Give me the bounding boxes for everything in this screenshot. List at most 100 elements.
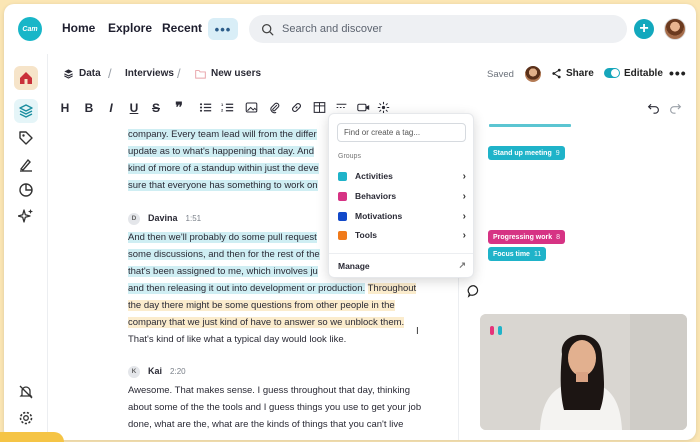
layers-icon[interactable] [14,99,38,123]
tag-icon[interactable] [14,126,38,150]
group-color-swatch [338,171,347,181]
transcript-line: the day there might be some questions fr… [128,300,395,311]
numbered-list-icon[interactable]: 12 [219,101,235,117]
transcript-line: done, what are the, what are the kinds o… [128,419,404,430]
speaker-name: Davina [148,213,178,223]
editable-toggle[interactable] [604,68,620,78]
logo-bar [498,326,502,335]
pie-chart-icon[interactable] [14,178,38,202]
speaker-timestamp[interactable]: 2:20 [170,363,186,380]
chevron-right-icon: › [462,190,466,202]
image-icon[interactable] [243,101,259,117]
transcript-line: And then we'll probably do some pull req… [128,232,317,243]
italic-button[interactable]: I [103,101,119,115]
speaker-name: Kai [148,366,163,376]
breadcrumb-data-label: Data [79,68,101,79]
chevron-right-icon: › [462,170,466,182]
search-input[interactable] [282,23,582,35]
manage-tags-button[interactable]: Manage ↗ [338,260,466,271]
group-item-behaviors[interactable]: Behaviors › [338,188,466,204]
table-icon[interactable] [311,101,327,117]
share-label: Share [566,68,594,79]
transcript-line: some discussions, and then for the rest … [128,249,320,260]
bold-button[interactable]: B [81,101,97,115]
sparkle-icon[interactable] [14,204,38,228]
breadcrumb-interviews[interactable]: Interviews [125,68,174,79]
nav-home[interactable]: Home [62,21,95,35]
add-button[interactable]: + [634,19,654,39]
tag-label: Focus time [493,250,530,258]
tag-highlight-bar [489,124,571,127]
top-nav: Cam Home Explore Recent ••• + [4,4,696,54]
tag-count: 11 [533,250,542,258]
transcript-line: That's kind of like what a typical day w… [128,334,347,345]
speaker-header-kai: K Kai 2:20 [128,363,186,380]
highlighter-icon[interactable] [14,152,38,176]
notifications-off-icon[interactable] [14,380,38,404]
transcript-line: company that we just kind of have to ans… [128,317,405,328]
doc-more-button[interactable]: ••• [669,65,687,81]
svg-text:2: 2 [221,108,224,113]
group-color-swatch [338,211,347,221]
breadcrumb-new-users[interactable]: New users [195,68,261,79]
share-button[interactable]: Share [551,68,594,79]
transcript-line: company. Every team lead will from the d… [128,129,317,140]
tag-search-input[interactable] [337,123,466,142]
transcript-line: sure that everyone has something to work… [128,180,318,191]
search-bar[interactable] [249,15,627,43]
link-icon[interactable] [288,101,304,117]
app-window: Cam Home Explore Recent ••• + [4,4,696,440]
nav-recent[interactable]: Recent [162,21,202,35]
heading-button[interactable]: H [57,101,73,115]
breadcrumb-data[interactable]: Data [63,68,101,79]
bullet-list-icon[interactable] [197,101,213,117]
underline-button[interactable]: U [126,101,142,115]
tag-dropdown: Groups Activities › Behaviors › Motivati… [328,113,474,278]
video-player[interactable] [480,314,687,430]
speaker-avatar: K [128,365,140,378]
transcript-line: kind of more of a standup within just th… [128,163,319,174]
chevron-right-icon: › [462,229,466,241]
group-item-motivations[interactable]: Motivations › [338,208,466,224]
tag-chip-progressing-work[interactable]: Progressing work 8 [488,230,566,244]
workspace-home-icon[interactable] [14,66,38,90]
folder-icon [195,69,206,79]
tag-chip-stand-up-meeting[interactable]: Stand up meeting 9 [488,146,565,160]
transcript-line: and then releasing it out into developme… [128,283,366,294]
logo-bar [490,326,494,335]
group-label: Tools [355,230,378,240]
app-logo[interactable]: Cam [18,17,42,41]
quote-button[interactable]: ❞ [171,99,187,116]
settings-gear-icon[interactable] [14,406,38,430]
external-arrow-icon: ↗ [458,260,466,270]
share-icon [552,68,561,79]
tag-label: Stand up meeting [493,149,552,157]
breadcrumb-new-users-label: New users [211,68,262,79]
tag-count: 8 [556,233,561,241]
nav-explore[interactable]: Explore [108,21,152,35]
manage-label: Manage [338,260,370,271]
collaborator-avatar[interactable] [525,66,541,82]
tag-chip-focus-time[interactable]: Focus time 11 [488,247,547,261]
search-icon [261,23,274,35]
comment-icon[interactable] [467,284,481,298]
user-avatar[interactable] [664,18,686,40]
breadcrumb-interviews-label: Interviews [125,68,174,79]
strikethrough-button[interactable]: S [148,101,164,115]
dropdown-divider [329,253,473,254]
redo-icon[interactable] [667,101,683,117]
transcript-line: Awesome. That makes sense. I guess throu… [128,385,410,396]
attachment-icon[interactable] [266,101,282,117]
svg-text:1: 1 [221,102,224,107]
transcript-line: update as to what's happening that day. … [128,146,314,157]
transcript-line: that's been assigned to me, which involv… [128,266,318,277]
speaker-timestamp[interactable]: 1:51 [186,210,202,227]
nav-more-button[interactable]: ••• [208,18,238,40]
group-color-swatch [338,230,347,240]
group-item-activities[interactable]: Activities › [338,168,466,184]
undo-icon[interactable] [645,101,661,117]
transcript-line: Throughout [367,283,417,294]
group-item-tools[interactable]: Tools › [338,227,466,243]
decorative-corner [0,432,64,442]
video-logo [490,326,502,335]
